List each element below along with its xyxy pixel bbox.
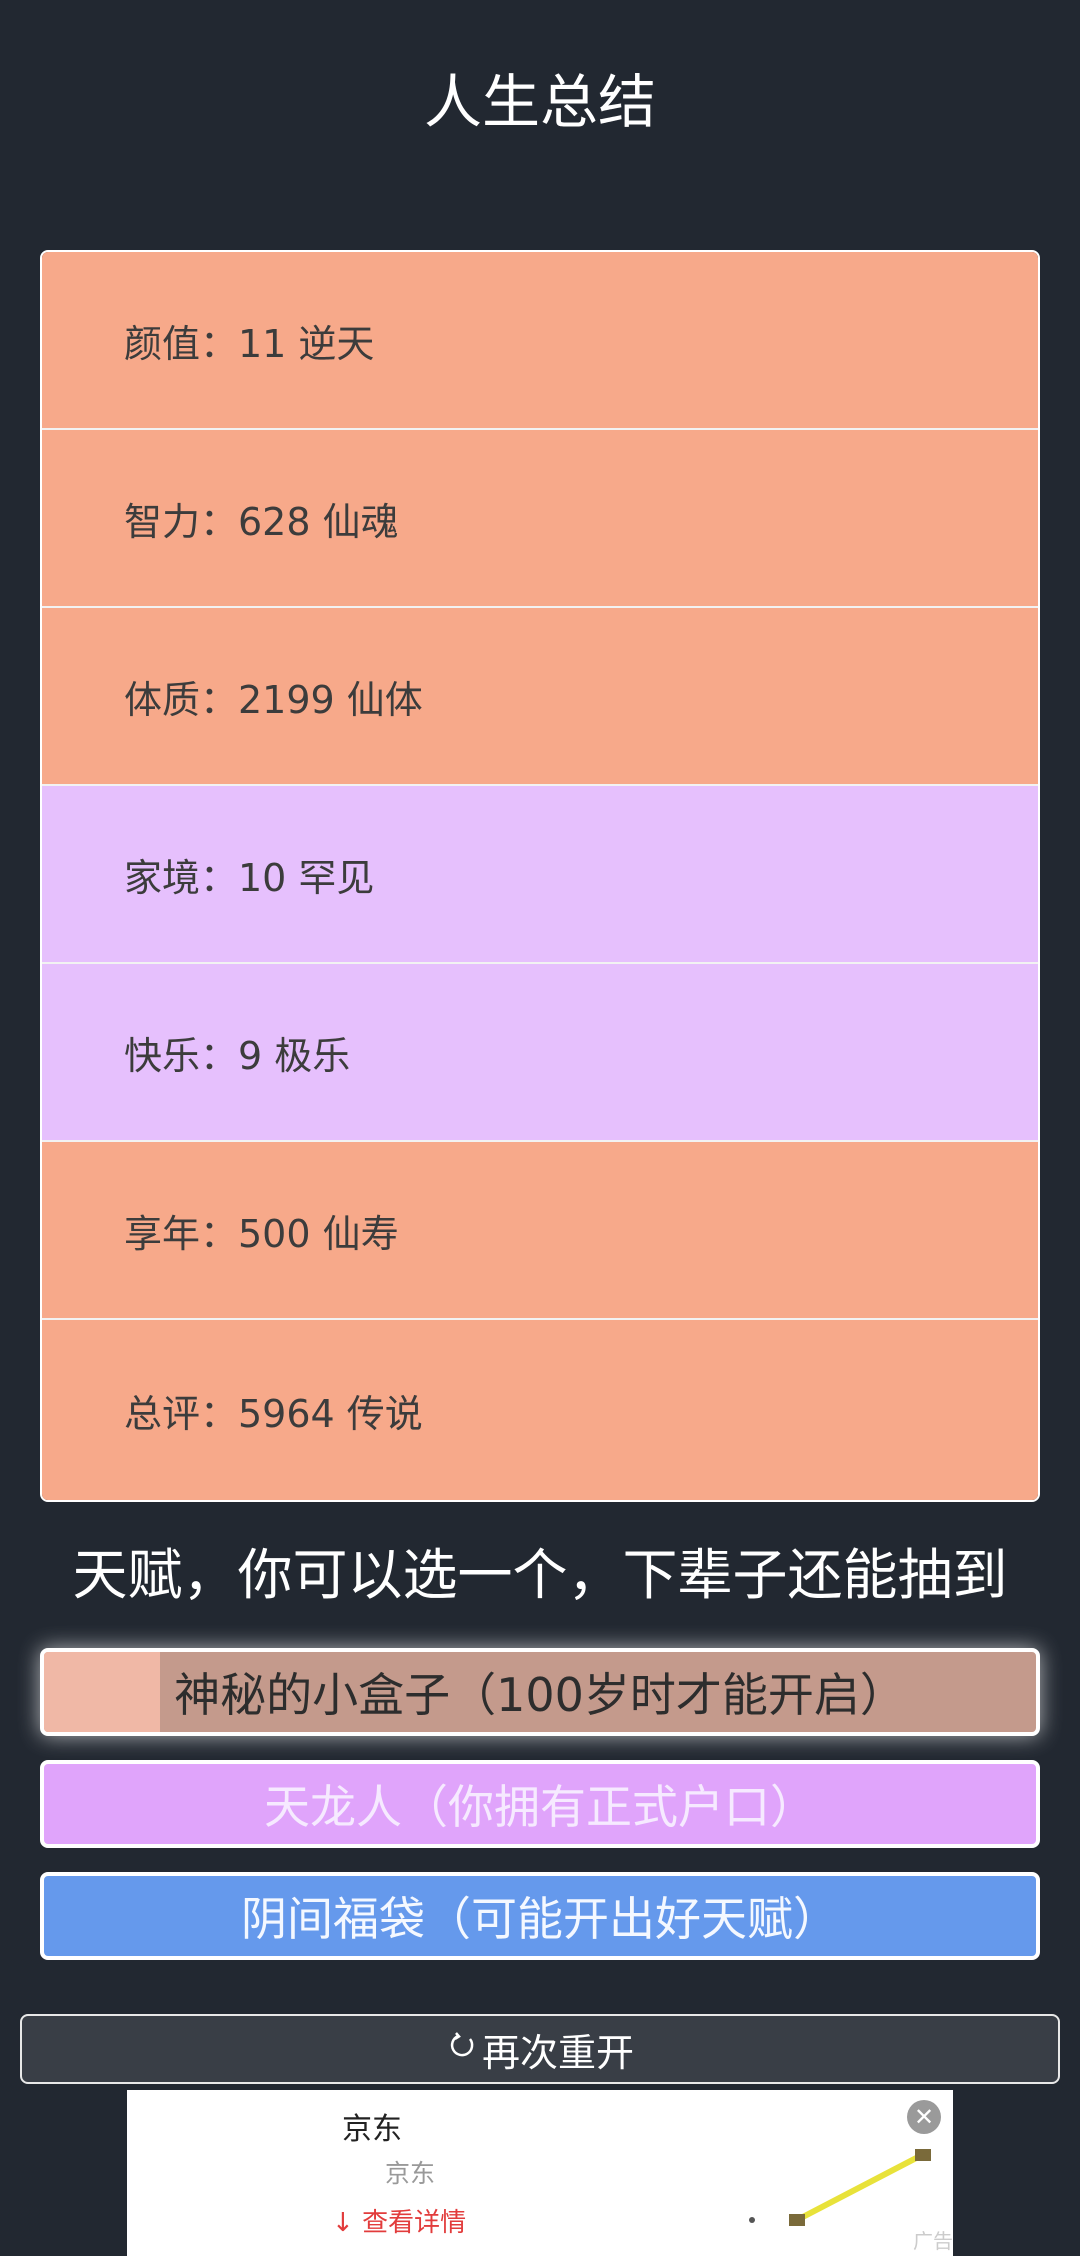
talent-label: 天龙人（你拥有正式户口） [264,1780,816,1834]
stat-label: 总评：5964 传说 [124,1391,423,1436]
stat-row-lifespan: 享年：500 仙寿 [42,1142,1038,1320]
stat-label: 快乐：9 极乐 [124,1033,351,1078]
stat-row-happiness: 快乐：9 极乐 [42,964,1038,1142]
ad-banner[interactable]: 京东 京东 ↓ 查看详情 ✕ 广告 [127,2090,953,2256]
stat-label: 家境：10 罕见 [124,855,375,900]
page-title: 人生总结 [423,68,656,136]
ad-link-label: 查看详情 [362,2208,467,2238]
ad-details-link[interactable]: ↓ 查看详情 [332,2202,466,2239]
talent-label: 神秘的小盒子（100岁时才能开启） [174,1668,906,1722]
ad-tag: 广告 [913,2229,953,2253]
restart-button[interactable]: 再次重开 [20,2014,1060,2084]
ad-subtitle: 京东 [385,2159,436,2188]
stat-label: 智力：628 仙魂 [124,499,399,544]
restart-label: 再次重开 [481,2030,634,2075]
talent-option-mystery-box[interactable]: 神秘的小盒子（100岁时才能开启） [40,1648,1040,1736]
stat-label: 体质：2199 仙体 [124,677,423,722]
stat-row-appearance: 颜值：11 逆天 [42,252,1038,430]
refresh-icon [446,2029,478,2070]
talent-option-underworld-bag[interactable]: 阴间福袋（可能开出好天赋） [40,1872,1040,1960]
stat-row-constitution: 体质：2199 仙体 [42,608,1038,786]
talent-label: 阴间福袋（可能开出好天赋） [241,1892,839,1946]
download-arrow-icon: ↓ [332,2208,354,2238]
close-icon[interactable]: ✕ [907,2100,941,2134]
ad-title: 京东 [342,2112,402,2147]
stat-label: 享年：500 仙寿 [124,1211,399,1256]
stat-row-overall: 总评：5964 传说 [42,1320,1038,1500]
stat-row-intelligence: 智力：628 仙魂 [42,430,1038,608]
talent-option-celestial-dragon[interactable]: 天龙人（你拥有正式户口） [40,1760,1040,1848]
stat-label: 颜值：11 逆天 [124,321,375,366]
talent-selected-highlight [44,1652,160,1732]
stat-row-family: 家境：10 罕见 [42,786,1038,964]
stats-list: 颜值：11 逆天 智力：628 仙魂 体质：2199 仙体 家境：10 罕见 快… [40,250,1040,1502]
talent-prompt: 天赋，你可以选一个，下辈子还能抽到 [72,1543,1008,1607]
